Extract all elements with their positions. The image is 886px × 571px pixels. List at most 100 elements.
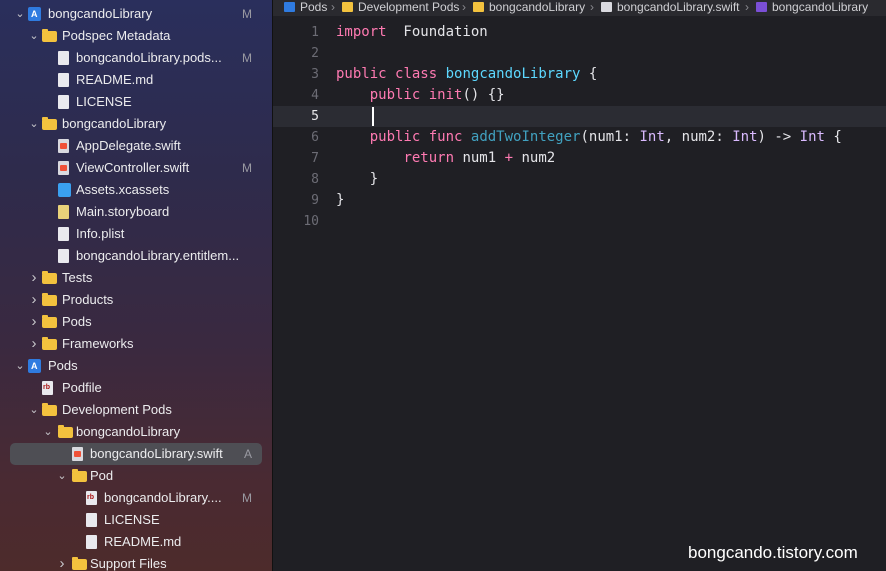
code-text: } (336, 190, 344, 211)
code-line[interactable]: 6 public func addTwoInteger(num1: Int, n… (273, 127, 886, 148)
navigator-row[interactable]: ⌄ bongcandoLibrary M (0, 3, 272, 25)
code-token: { (580, 66, 598, 82)
code-token: bongcandoLibrary (445, 66, 581, 82)
navigator-row[interactable]: › Pods (0, 311, 272, 333)
watermark-text: bongcando.tistory.com (688, 543, 858, 562)
code-line[interactable]: 1 import Foundation (273, 22, 886, 43)
chevron-right-icon[interactable]: › (28, 311, 40, 333)
line-number: 8 (311, 172, 319, 187)
navigator-row[interactable]: README.md (0, 69, 272, 91)
breadcrumb-item[interactable]: bongcandoLibrary.swift (617, 0, 740, 14)
code-token: , num2: (664, 129, 733, 145)
file-icon (86, 535, 97, 549)
code-token: init (428, 87, 463, 103)
navigator-item-label: Products (62, 292, 114, 307)
navigator-row[interactable]: AppDelegate.swift (0, 135, 272, 157)
code-line[interactable]: 8 } (273, 169, 886, 190)
navigator-item-label: Main.storyboard (76, 204, 170, 219)
navigator-row[interactable]: README.md (0, 531, 272, 553)
code-line[interactable]: 2 (273, 43, 886, 64)
breadcrumb-separator-icon: › (745, 0, 749, 14)
line-number: 2 (311, 46, 319, 61)
code-token: { (824, 129, 842, 145)
folder-icon (42, 293, 57, 306)
navigator-row[interactable]: › Support Files (0, 553, 272, 571)
navigator-row[interactable]: ⌄ bongcandoLibrary (0, 113, 272, 135)
navigator-row[interactable]: › Tests (0, 267, 272, 289)
code-text: public init() {} (336, 85, 505, 106)
navigator-row[interactable]: bongcandoLibrary.swift A (0, 443, 272, 465)
navigator-row[interactable]: Assets.xcassets (0, 179, 272, 201)
project-icon (28, 7, 41, 21)
entitle-icon (58, 249, 69, 263)
code-line[interactable]: 4 public init() {} (273, 85, 886, 106)
navigator-row[interactable]: bongcandoLibrary.entitlem... (0, 245, 272, 267)
folder-icon (42, 337, 57, 350)
rb-icon (86, 491, 97, 505)
code-line[interactable]: 10 (273, 211, 886, 232)
navigator-row[interactable]: Main.storyboard (0, 201, 272, 223)
rb-icon (42, 381, 53, 395)
chevron-right-icon[interactable]: › (56, 553, 68, 571)
chevron-right-icon[interactable]: › (28, 289, 40, 311)
navigator-item-label: bongcandoLibrary.entitlem... (76, 248, 240, 263)
folder-icon (42, 315, 57, 328)
swift-icon (58, 161, 69, 175)
navigator-row[interactable]: bongcandoLibrary.pods... M (0, 47, 272, 69)
navigator-row[interactable]: Info.plist (0, 223, 272, 245)
source-control-badge: M (242, 51, 252, 65)
breadcrumb-item[interactable]: Development Pods (358, 0, 459, 14)
navigator-row[interactable]: LICENSE (0, 91, 272, 113)
navigator-row[interactable]: › Products (0, 289, 272, 311)
code-line[interactable]: 7 return num1 + num2 (273, 148, 886, 169)
navigator-row[interactable]: Podfile (0, 377, 272, 399)
code-line[interactable]: 9} (273, 190, 886, 211)
chevron-right-icon[interactable]: › (28, 333, 40, 355)
navigator-row[interactable]: bongcandoLibrary.... M (0, 487, 272, 509)
folder-icon (42, 271, 57, 284)
line-number: 10 (303, 214, 319, 229)
chevron-down-icon[interactable]: ⌄ (42, 421, 54, 443)
navigator-item-label: ViewController.swift (76, 160, 190, 175)
navigator-row[interactable]: ⌄ Podspec Metadata (0, 25, 272, 47)
chevron-down-icon[interactable]: ⌄ (14, 3, 26, 25)
swift-file-icon (601, 2, 612, 12)
navigator-item-label: Podfile (62, 380, 102, 395)
navigator-item-label: bongcandoLibrary (48, 6, 153, 21)
code-line[interactable]: 3 public class bongcandoLibrary { (273, 64, 886, 85)
navigator-row[interactable]: ⌄ Pods (0, 355, 272, 377)
navigator-row[interactable]: ⌄ Development Pods (0, 399, 272, 421)
navigator-row[interactable]: ⌄ bongcandoLibrary (0, 421, 272, 443)
navigator-row[interactable]: ⌄ Pod (0, 465, 272, 487)
code-token: public (369, 87, 421, 103)
navigator-item-label: Frameworks (62, 336, 134, 351)
code-line[interactable]: 5 (273, 106, 886, 127)
chevron-down-icon[interactable]: ⌄ (28, 113, 40, 135)
code-text: return num1 + num2 (336, 148, 555, 169)
chevron-down-icon[interactable]: ⌄ (56, 465, 68, 487)
breadcrumb-item[interactable]: Pods (300, 0, 327, 14)
code-token: Int (799, 129, 825, 145)
breadcrumb-item[interactable]: bongcandoLibrary (772, 0, 868, 14)
code-token: import (336, 24, 387, 40)
chevron-down-icon[interactable]: ⌄ (28, 25, 40, 47)
navigator-row[interactable]: › Frameworks (0, 333, 272, 355)
code-token: func (428, 129, 463, 145)
navigator-row[interactable]: LICENSE (0, 509, 272, 531)
breadcrumb-item[interactable]: bongcandoLibrary (489, 0, 585, 14)
navigator-item-label: LICENSE (104, 512, 160, 527)
code-token: num2 (513, 150, 556, 166)
navigator-item-label: Pods (48, 358, 78, 373)
chevron-down-icon[interactable]: ⌄ (14, 355, 26, 377)
chevron-down-icon[interactable]: ⌄ (28, 399, 40, 421)
chevron-right-icon[interactable]: › (28, 267, 40, 289)
source-control-badge: M (242, 491, 252, 505)
navigator-row[interactable]: ViewController.swift M (0, 157, 272, 179)
source-control-badge: M (242, 7, 252, 21)
code-token: Foundation (386, 24, 488, 40)
navigator-item-label: Info.plist (76, 226, 125, 241)
